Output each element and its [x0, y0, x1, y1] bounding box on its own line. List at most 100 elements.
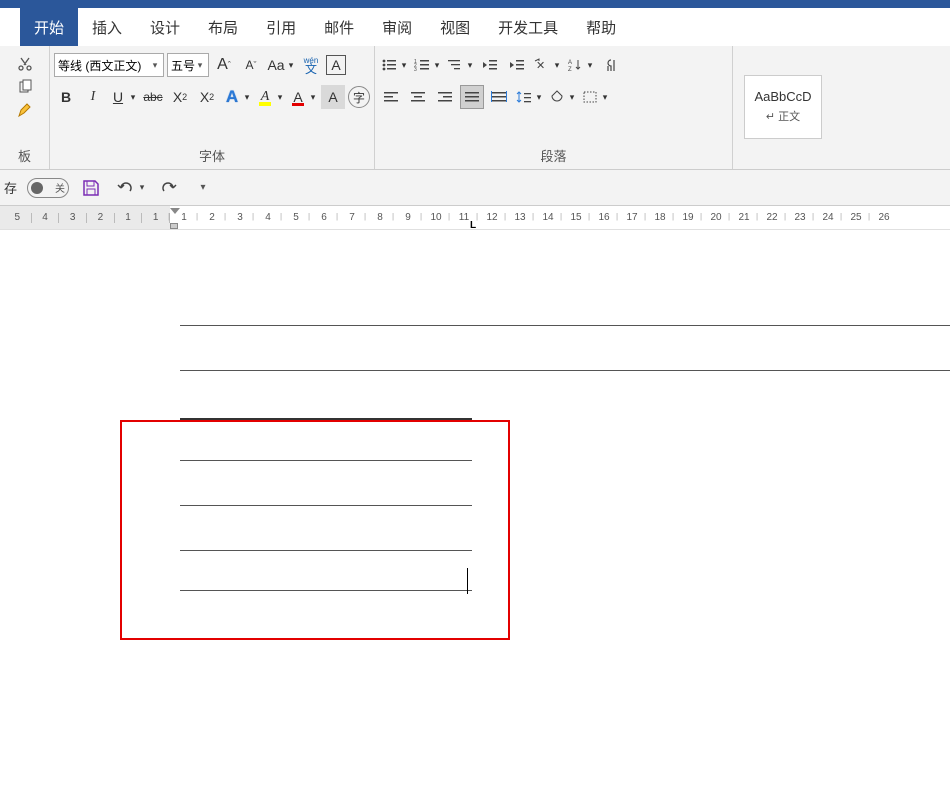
blank-line — [180, 460, 472, 461]
underline-button[interactable]: U — [108, 85, 128, 109]
ruler-tick: 26 — [870, 212, 898, 223]
chevron-down-icon[interactable]: ▾ — [567, 85, 577, 109]
tab-stop-marker[interactable]: L — [470, 220, 476, 230]
ribbon: 板 等线 (西文正文) ▾ 五号 ▾ Aˆ Aˇ Aa ▾ wé — [0, 46, 950, 170]
multilevel-list-button[interactable] — [445, 53, 465, 77]
superscript-button[interactable]: X2 — [195, 85, 219, 109]
redo-button[interactable] — [157, 176, 181, 200]
chevron-down-icon: ▾ — [150, 60, 160, 71]
style-name: ↵ 正文 — [766, 108, 800, 124]
style-normal[interactable]: AaBbCcD ↵ 正文 — [744, 75, 822, 139]
ruler-tick: 23 — [786, 212, 814, 223]
tab-references[interactable]: 引用 — [252, 8, 310, 46]
chevron-down-icon[interactable]: ▾ — [600, 85, 610, 109]
ruler-tick: 2 — [198, 212, 226, 223]
font-color-button[interactable]: A — [288, 85, 308, 109]
group-clipboard: 板 — [0, 46, 50, 169]
ruler-tick: 4 — [254, 212, 282, 223]
show-marks-button[interactable] — [598, 53, 622, 77]
font-size-select[interactable]: 五号 ▾ — [167, 53, 209, 77]
align-justify-button[interactable] — [460, 85, 484, 109]
chevron-down-icon[interactable]: ▾ — [585, 53, 595, 77]
blank-line — [180, 505, 472, 506]
chevron-down-icon[interactable]: ▾ — [128, 85, 138, 109]
char-shading-button[interactable]: A — [321, 85, 345, 109]
chevron-down-icon[interactable]: ▾ — [242, 85, 252, 109]
tab-layout[interactable]: 布局 — [194, 8, 252, 46]
numbering-button[interactable]: 123 — [412, 53, 432, 77]
cut-icon[interactable] — [15, 54, 35, 74]
subscript-button[interactable]: X2 — [168, 85, 192, 109]
strikethrough-button[interactable]: abc — [141, 85, 165, 109]
highlight-button[interactable]: A — [255, 85, 275, 109]
grow-font-button[interactable]: Aˆ — [212, 53, 236, 77]
ruler-tick: 24 — [814, 212, 842, 223]
chevron-down-icon[interactable]: ▾ — [465, 53, 475, 77]
line-spacing-button[interactable] — [514, 85, 534, 109]
tab-mailings[interactable]: 邮件 — [310, 8, 368, 46]
borders-button[interactable] — [580, 85, 600, 109]
tab-insert[interactable]: 插入 — [78, 8, 136, 46]
chevron-down-icon[interactable]: ▾ — [534, 85, 544, 109]
font-family-value: 等线 (西文正文) — [58, 57, 150, 74]
sort-button[interactable]: AZ — [565, 53, 585, 77]
paragraph-group-label: 段落 — [379, 144, 728, 169]
format-painter-icon[interactable] — [15, 100, 35, 120]
chevron-down-icon[interactable]: ▾ — [275, 85, 285, 109]
svg-text:Z: Z — [568, 67, 572, 72]
italic-button[interactable]: I — [81, 85, 105, 109]
chevron-down-icon[interactable]: ▾ — [432, 53, 442, 77]
chevron-down-icon[interactable]: ▾ — [399, 53, 409, 77]
ruler-tick: 6 — [310, 212, 338, 223]
align-center-button[interactable] — [406, 85, 430, 109]
quick-access-row: 存 关 ▾ ▾ — [0, 170, 950, 206]
document-page[interactable] — [0, 230, 950, 800]
blank-line — [180, 590, 472, 591]
font-family-select[interactable]: 等线 (西文正文) ▾ — [54, 53, 164, 77]
increase-indent-button[interactable] — [505, 53, 529, 77]
first-line-indent-marker[interactable] — [170, 208, 180, 218]
char-border-box-button[interactable]: A — [326, 55, 346, 75]
autosave-toggle[interactable]: 关 — [27, 178, 69, 198]
ruler-tick: 22 — [758, 212, 786, 223]
shrink-font-button[interactable]: Aˇ — [239, 53, 263, 77]
copy-icon[interactable] — [15, 77, 35, 97]
bold-button[interactable]: B — [54, 85, 78, 109]
hanging-indent-marker[interactable] — [170, 223, 178, 229]
tab-home[interactable]: 开始 — [20, 8, 78, 46]
ruler[interactable]: 543211 123456789101112131415161718192021… — [0, 206, 950, 230]
ruler-positive: 1234567891011121314151617181920212223242… — [170, 206, 950, 229]
tab-review[interactable]: 审阅 — [368, 8, 426, 46]
customize-qa-icon[interactable]: ▾ — [191, 176, 215, 200]
save-button[interactable] — [79, 176, 103, 200]
ruler-tick: 19 — [674, 212, 702, 223]
tab-developer[interactable]: 开发工具 — [484, 8, 572, 46]
ruler-tick: 4 — [32, 213, 60, 223]
enclose-char-button[interactable]: 字 — [348, 86, 370, 108]
ruler-tick: 21 — [730, 212, 758, 223]
style-sample-text: AaBbCcD — [754, 89, 811, 104]
chevron-down-icon[interactable]: ▾ — [552, 53, 562, 77]
change-case-button[interactable]: Aa — [266, 53, 286, 77]
chevron-down-icon[interactable]: ▾ — [286, 53, 296, 77]
ruler-tick: 13 — [506, 212, 534, 223]
text-effects-button[interactable]: A — [222, 85, 242, 109]
tab-design[interactable]: 设计 — [136, 8, 194, 46]
blank-line — [180, 550, 472, 551]
undo-button[interactable] — [113, 176, 137, 200]
align-right-button[interactable] — [433, 85, 457, 109]
tab-help[interactable]: 帮助 — [572, 8, 630, 46]
shading-button[interactable] — [547, 85, 567, 109]
chevron-down-icon[interactable]: ▾ — [308, 85, 318, 109]
tab-view[interactable]: 视图 — [426, 8, 484, 46]
blank-line — [180, 370, 950, 371]
ruler-tick: 20 — [702, 212, 730, 223]
distribute-button[interactable] — [487, 85, 511, 109]
chevron-down-icon[interactable]: ▾ — [137, 176, 147, 200]
asian-layout-button[interactable]: ✕ — [532, 53, 552, 77]
decrease-indent-button[interactable] — [478, 53, 502, 77]
bullets-button[interactable] — [379, 53, 399, 77]
phonetic-guide-button[interactable]: wén 文 — [299, 53, 323, 77]
ruler-negative: 543211 — [0, 206, 170, 229]
align-left-button[interactable] — [379, 85, 403, 109]
